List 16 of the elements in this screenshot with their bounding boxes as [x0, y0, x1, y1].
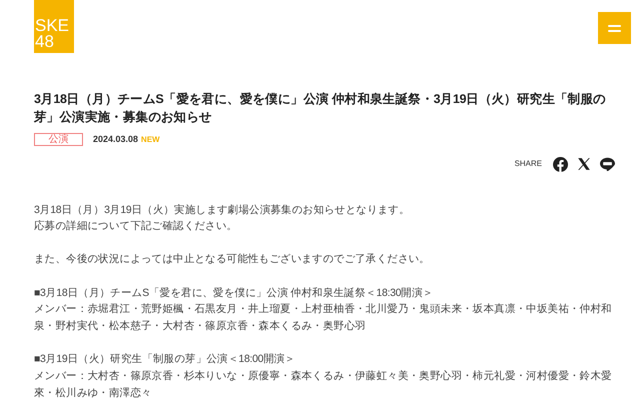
x-logo-icon[interactable] [577, 157, 591, 171]
body-text: ■3月18日（月）チームS「愛を君に、愛を僕に」公演 仲村和泉生誕祭＜18:30開演＞ [34, 286, 434, 301]
new-label: NEW [141, 134, 160, 146]
speech-bubble-icon[interactable] [600, 157, 615, 171]
logo[interactable]: SKE 48 [34, 0, 74, 53]
facebook-icon[interactable] [553, 156, 568, 172]
body-text: また、今後の状況によっては中止となる可能性もございますのでご了承ください。 [34, 252, 431, 268]
article-title: 3月18日（月）チームS「愛を君に、愛を僕に」公演 仲村和泉生誕祭・3月19日（火）研究生「制服の芽」公演実施・募集のお知らせ [34, 91, 607, 126]
body-text: 3月18日（月）3月19日（火）実施します劇場公演募集のお知らせとなります。 [34, 202, 411, 218]
post-date: 2024.03.08 [93, 133, 138, 146]
body-text: メンバー：大村杏・篠原京香・杉本りいな・原優寧・森本くるみ・伊藤虹々美・奥野心羽・柿元礼愛・河村優愛・鈴木愛來・松川みゆ・南澤恋々 [34, 368, 613, 401]
body-text: ■3月19日（火）研究生「制服の芽」公演＜18:00開演＞ [34, 352, 296, 368]
body-text: 応募の詳細について下記ご確認ください。 [34, 219, 238, 234]
category-tag[interactable]: 公演 [34, 133, 83, 146]
share-label: SHARE [514, 158, 542, 170]
body-text: メンバー：赤堀君江・荒野姫楓・石黒友月・井上瑠夏・上村亜柚香・北川愛乃・鬼頭未来・坂本真凛・中坂美祐・仲村和泉・野村実代・松本慈子・大村杏・篠原京香・森本くるみ・奥野心羽 [34, 302, 613, 334]
